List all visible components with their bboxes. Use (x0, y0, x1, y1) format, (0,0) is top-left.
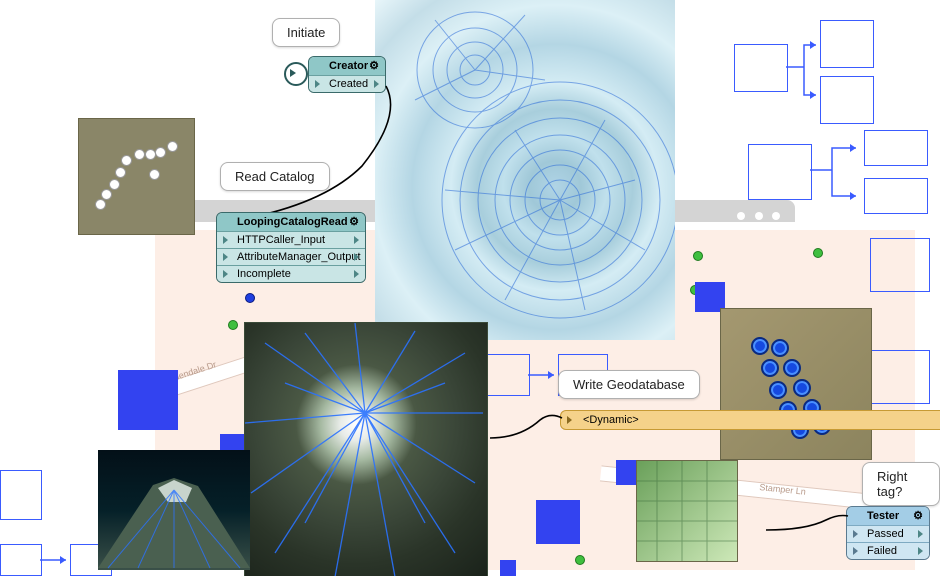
node-tester[interactable]: Tester ⚙ Passed Failed (846, 506, 930, 560)
decorative-square (500, 560, 516, 576)
flowchart-box (820, 20, 874, 68)
callout-write-geodatabase: Write Geodatabase (558, 370, 700, 399)
node-dynamic-writer[interactable]: <Dynamic> ▦ (560, 410, 940, 430)
port-failed[interactable]: Failed (847, 542, 929, 559)
map-marker-green (228, 320, 238, 330)
volcano-perspective-thumbnail (98, 450, 250, 570)
aerial-thumbnail-points (78, 118, 195, 235)
port-incomplete[interactable]: Incomplete (217, 265, 365, 282)
map-marker-blue (245, 293, 255, 303)
map-marker-green (693, 251, 703, 261)
aerial-thumbnail-urban (636, 460, 738, 562)
flowchart-box (870, 238, 930, 292)
node-looping-catalog-read[interactable]: LoopingCatalogRead⚙ HTTPCaller_Input Att… (216, 212, 366, 283)
node-dynamic-label: <Dynamic> (583, 414, 639, 426)
workflow-diagram-canvas: Bullendale Dr Stamper Ln (0, 0, 940, 576)
node-looping-title: LoopingCatalogRead (237, 216, 348, 228)
decorative-square (536, 500, 580, 544)
aerial-thumbnail-bluepoints (720, 308, 872, 460)
callout-right-tag: Right tag? (862, 462, 940, 506)
port-httpcaller-input[interactable]: HTTPCaller_Input (217, 231, 365, 248)
flowchart-box (748, 144, 812, 200)
flowchart-box (820, 76, 874, 124)
flowchart-box (0, 470, 42, 520)
window-control-dot (755, 212, 763, 220)
creator-start-icon (284, 62, 308, 86)
node-tester-title: Tester (867, 510, 899, 522)
window-control-dot (737, 212, 745, 220)
gear-icon[interactable]: ⚙ (913, 509, 923, 522)
map-marker-green (813, 248, 823, 258)
flowchart-box (734, 44, 788, 92)
port-passed[interactable]: Passed (847, 525, 929, 542)
node-creator-title: Creator (329, 60, 368, 72)
node-creator[interactable]: Creator⚙ Created (308, 56, 386, 93)
flowchart-box (864, 178, 928, 214)
volcano-ridge-thumbnail (244, 322, 488, 576)
gear-icon[interactable]: ⚙ (369, 59, 379, 72)
contour-map-thumbnail (375, 0, 675, 340)
decorative-square (118, 370, 178, 430)
window-control-dot (772, 212, 780, 220)
flowchart-box (0, 544, 42, 576)
map-marker-green (575, 555, 585, 565)
callout-initiate: Initiate (272, 18, 340, 47)
port-created[interactable]: Created (309, 75, 385, 92)
flowchart-box (864, 130, 928, 166)
gear-icon[interactable]: ⚙ (349, 215, 359, 228)
callout-read-catalog: Read Catalog (220, 162, 330, 191)
flowchart-box (870, 350, 930, 404)
port-attributemanager-output[interactable]: AttributeManager_Output (217, 248, 365, 265)
